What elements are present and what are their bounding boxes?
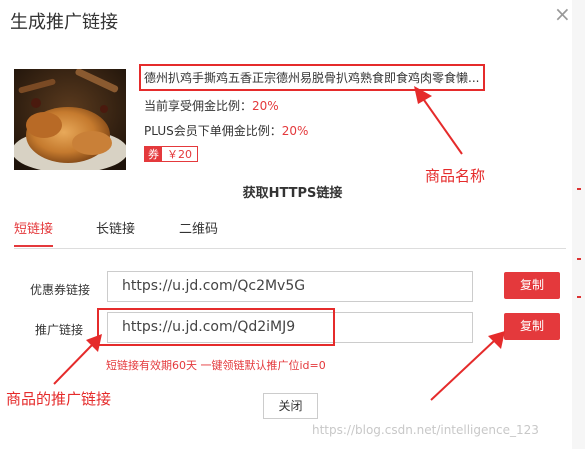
annotation-arrows — [53, 86, 505, 401]
arrow-to-copy-button — [430, 331, 505, 401]
arrow-to-product-name — [414, 86, 463, 155]
arrow-to-promo-link — [53, 334, 102, 385]
